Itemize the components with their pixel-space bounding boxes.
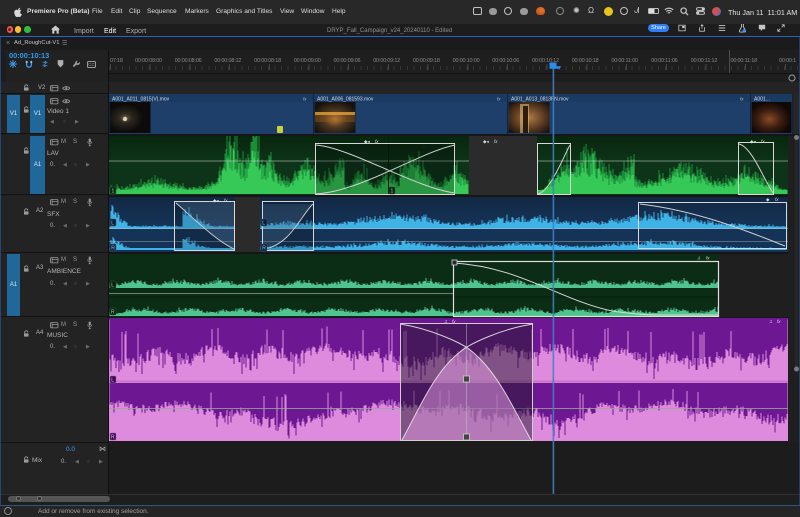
svg-text:L: L (111, 378, 114, 384)
svg-text:◆: ◆ (766, 197, 770, 202)
svg-text:♫: ♫ (697, 256, 701, 262)
svg-text:R: R (262, 246, 266, 252)
svg-text:◆◂: ◆◂ (213, 198, 219, 203)
svg-text:A001_A013_0813FN.mov: A001_A013_0813FN.mov (511, 97, 569, 103)
svg-text:R: R (111, 310, 115, 316)
svg-text:R: R (111, 435, 115, 441)
svg-text:L: L (111, 283, 114, 289)
svg-text:L: L (262, 221, 265, 227)
svg-text:1: 1 (112, 189, 115, 195)
svg-text:◆◂: ◆◂ (483, 139, 489, 144)
svg-text:R: R (111, 246, 115, 252)
svg-text:A001...: A001... (754, 97, 770, 103)
svg-text:A001_A011_0815(V).mov: A001_A011_0815(V).mov (112, 97, 170, 103)
svg-text:◆◂: ◆◂ (750, 139, 756, 144)
svg-text:◆◂: ◆◂ (364, 139, 370, 144)
svg-text:A001_A006_081593.mov: A001_A006_081593.mov (317, 97, 374, 103)
svg-text:1: 1 (391, 189, 394, 195)
svg-text:♫: ♫ (769, 319, 773, 325)
svg-text:L: L (111, 221, 114, 227)
svg-text:♫: ♫ (444, 319, 448, 325)
